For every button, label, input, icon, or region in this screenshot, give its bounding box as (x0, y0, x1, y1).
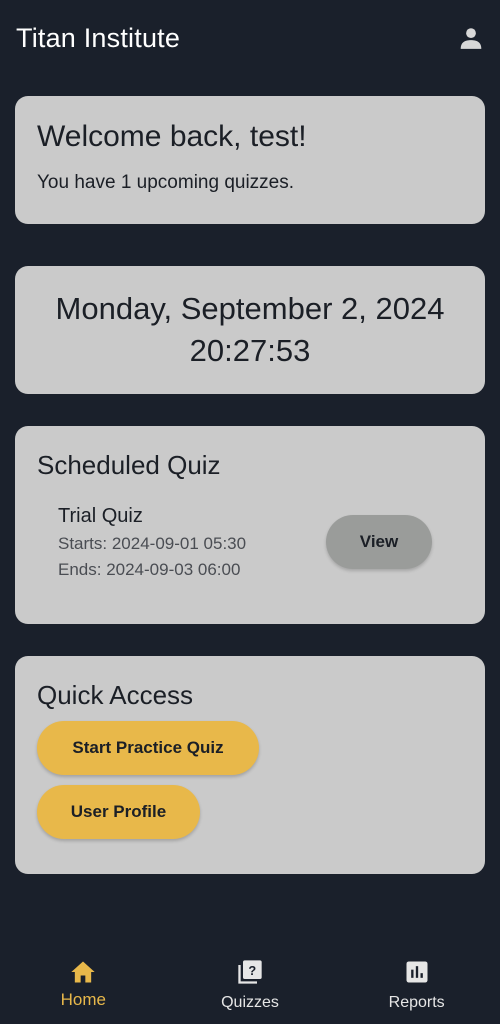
app-title: Titan Institute (16, 22, 181, 53)
quiz-item: Trial Quiz Starts: 2024-09-01 05:30 Ends… (37, 505, 463, 595)
welcome-title: Welcome back, test! (37, 120, 307, 153)
quick-access-card: Quick Access Start Practice Quiz User Pr… (15, 656, 485, 874)
view-quiz-button[interactable]: View (326, 515, 432, 569)
nav-item-home[interactable]: Home (0, 944, 167, 1024)
current-date: Monday, September 2, 2024 (55, 291, 445, 326)
nav-label-quizzes: Quizzes (221, 994, 279, 1011)
nav-item-quizzes[interactable]: ? Quizzes (167, 944, 334, 1024)
bar-chart-icon (403, 958, 431, 986)
nav-item-reports[interactable]: Reports (333, 944, 500, 1024)
datetime-card: Monday, September 2, 2024 20:27:53 (15, 266, 485, 394)
quiz-end-time: Ends: 2024-09-03 06:00 (58, 560, 241, 579)
nav-label-reports: Reports (388, 994, 445, 1011)
start-practice-quiz-button[interactable]: Start Practice Quiz (37, 721, 259, 775)
home-icon (69, 958, 97, 986)
quiz-start-time: Starts: 2024-09-01 05:30 (58, 534, 247, 553)
bottom-navigation: Home ? Quizzes Reports (0, 944, 500, 1024)
scheduled-quiz-title: Scheduled Quiz (37, 450, 221, 480)
quiz-name: Trial Quiz (58, 505, 143, 527)
quiz-icon: ? (236, 958, 264, 986)
app-screen: Titan Institute Welcome back, test! You … (0, 0, 500, 1024)
profile-button[interactable] (456, 23, 486, 53)
person-icon (460, 28, 482, 49)
nav-label-home: Home (60, 990, 107, 1009)
welcome-card: Welcome back, test! You have 1 upcoming … (15, 96, 485, 224)
quiz-info: Trial Quiz Starts: 2024-09-01 05:30 Ends… (58, 505, 246, 580)
upcoming-quizzes-text: You have 1 upcoming quizzes. (37, 172, 295, 193)
current-time: 20:27:53 (189, 333, 311, 368)
quick-access-title: Quick Access (37, 680, 194, 710)
app-bar: Titan Institute (0, 0, 500, 76)
user-profile-button[interactable]: User Profile (37, 785, 200, 839)
svg-text:?: ? (248, 963, 256, 978)
scheduled-quiz-card: Scheduled Quiz Trial Quiz Starts: 2024-0… (15, 426, 485, 624)
